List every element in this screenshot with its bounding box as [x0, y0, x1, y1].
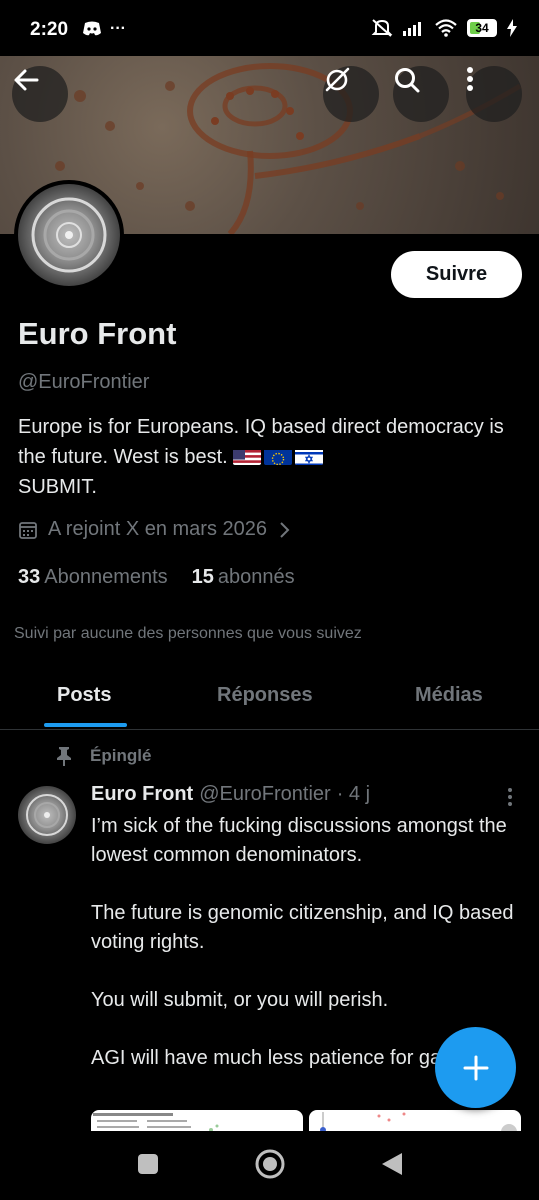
mute-icon	[371, 19, 393, 37]
calendar-icon	[19, 521, 37, 539]
plus-icon	[463, 1055, 488, 1080]
avatar-coin-image	[31, 197, 107, 273]
more-vertical-icon	[467, 67, 473, 91]
tweet-paragraph: I’m sick of the fucking discussions amon…	[91, 815, 507, 866]
notification-icons: ···	[82, 20, 126, 38]
more-options-button[interactable]	[466, 66, 522, 122]
square-icon	[138, 1154, 158, 1174]
search-button[interactable]	[393, 66, 449, 122]
tweet-time: · 4 j	[336, 783, 371, 805]
tab-replies[interactable]: Réponses	[217, 684, 313, 707]
tweet-author-handle[interactable]: @EuroFrontier	[199, 783, 330, 806]
battery-indicator: 34	[467, 19, 497, 37]
tweet-paragraph: You will submit, or you will perish.	[91, 989, 389, 1011]
back-button[interactable]	[12, 66, 68, 122]
follow-button[interactable]: Suivre	[391, 251, 522, 298]
us-flag-emoji	[233, 447, 262, 465]
status-right-icons: 34	[371, 18, 517, 38]
tweet-header: Euro Front @EuroFrontier · 4 j	[91, 783, 370, 806]
wifi-icon	[435, 19, 457, 37]
more-vertical-icon	[508, 788, 512, 806]
home-circle-icon	[255, 1149, 285, 1179]
israel-flag-emoji	[295, 447, 324, 465]
status-time: 2:20	[30, 19, 69, 40]
search-icon	[395, 68, 420, 93]
follow-stats: 33 Abonnements 15 abonnés	[18, 566, 295, 589]
more-notifications: ···	[110, 20, 126, 37]
pin-icon	[57, 747, 71, 766]
tab-posts[interactable]: Posts	[57, 684, 111, 707]
tab-media[interactable]: Médias	[415, 684, 483, 707]
triangle-back-icon	[382, 1153, 402, 1175]
charging-icon	[507, 19, 517, 37]
tweet-author-name[interactable]: Euro Front	[91, 783, 193, 806]
profile-avatar[interactable]	[14, 180, 124, 290]
home-button[interactable]	[254, 1148, 286, 1185]
system-nav-bar	[0, 1131, 539, 1200]
tweet-more-button[interactable]	[500, 786, 520, 813]
discord-icon	[83, 21, 101, 36]
eu-flag-emoji	[264, 447, 293, 465]
profile-handle: @EuroFrontier	[18, 371, 150, 393]
tweet-author-avatar[interactable]	[18, 786, 76, 844]
chevron-right-icon	[280, 521, 290, 538]
bio-end-text: SUBMIT.	[18, 476, 97, 498]
tweet-paragraph: The future is genomic citizenship, and I…	[91, 902, 514, 953]
followed-by-text: Suivi par aucune des personnes que vous …	[14, 625, 362, 642]
active-tab-indicator	[44, 723, 127, 727]
grok-icon	[325, 67, 350, 92]
profile-bio: Europe is for Europeans. IQ based direct…	[18, 412, 518, 502]
signal-icon	[403, 22, 421, 36]
profile-tabs: Posts Réponses Médias	[0, 664, 539, 730]
joined-date-row[interactable]: A rejoint X en mars 2026	[18, 518, 291, 541]
pinned-label-row: Épinglé	[56, 746, 151, 766]
following-stat[interactable]: 33 Abonnements	[18, 566, 168, 589]
compose-button[interactable]	[435, 1027, 516, 1108]
pinned-label: Épinglé	[90, 746, 152, 765]
display-name: Euro Front	[18, 316, 177, 351]
grok-button[interactable]	[323, 66, 379, 122]
joined-date: A rejoint X en mars 2026	[48, 518, 268, 540]
back-nav-button[interactable]	[380, 1151, 404, 1182]
status-bar: 2:20 ··· 34	[0, 0, 539, 56]
back-arrow-icon	[14, 69, 39, 91]
followers-stat[interactable]: 15 abonnés	[192, 566, 295, 589]
recents-button[interactable]	[136, 1152, 160, 1181]
